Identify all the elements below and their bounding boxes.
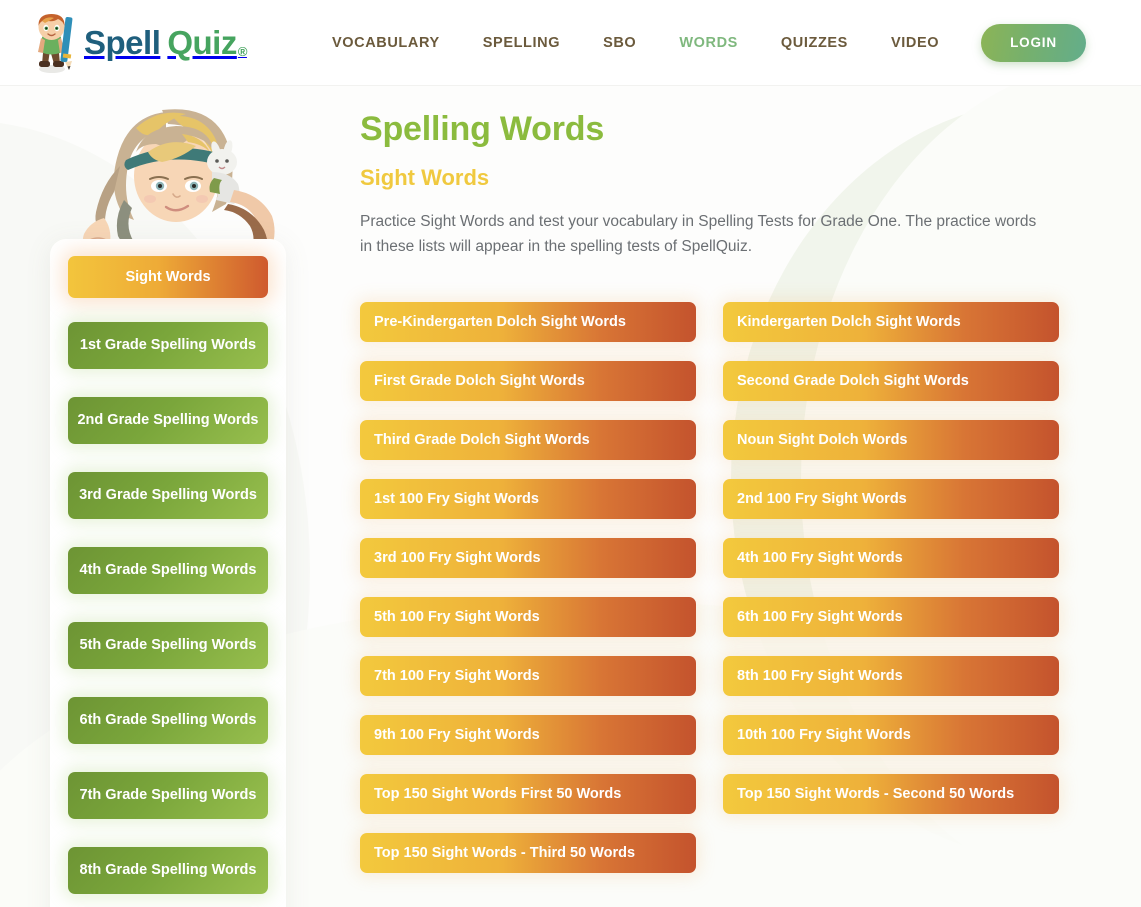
nav-item-spelling[interactable]: SPELLING [483, 35, 560, 51]
word-list-button-1st-100-fry-sight-words[interactable]: 1st 100 Fry Sight Words [360, 479, 696, 520]
sidebar-region: Sight Words 1st Grade Spelling Words 2nd… [0, 86, 330, 907]
sidebar-item-3rd-grade-spelling-words[interactable]: 3rd Grade Spelling Words [68, 472, 268, 519]
nav-item-words[interactable]: WORDS [679, 35, 738, 51]
word-list-button-top-150-sight-words-third-50[interactable]: Top 150 Sight Words - Third 50 Words [360, 833, 696, 874]
site-logo[interactable]: Spell Quiz ® [30, 8, 260, 78]
word-list-button-top-150-sight-words-second-50[interactable]: Top 150 Sight Words - Second 50 Words [723, 774, 1059, 815]
page-description: Practice Sight Words and test your vocab… [360, 213, 1037, 256]
page-content: Sight Words 1st Grade Spelling Words 2nd… [0, 86, 1141, 907]
word-list-button-10th-100-fry-sight-words[interactable]: 10th 100 Fry Sight Words [723, 715, 1059, 756]
registered-trademark-icon: ® [237, 44, 248, 59]
nav-item-vocabulary[interactable]: VOCABULARY [332, 35, 440, 51]
site-header: Spell Quiz ® VOCABULARY SPELLING SBO WORDS… [0, 0, 1141, 86]
sidebar-item-1st-grade-spelling-words[interactable]: 1st Grade Spelling Words [68, 322, 268, 369]
sidebar-item-4th-grade-spelling-words[interactable]: 4th Grade Spelling Words [68, 547, 268, 594]
word-list-button-8th-100-fry-sight-words[interactable]: 8th 100 Fry Sight Words [723, 656, 1059, 697]
word-list-button-5th-100-fry-sight-words[interactable]: 5th 100 Fry Sight Words [360, 597, 696, 638]
main-navigation: VOCABULARY SPELLING SBO WORDS QUIZZES VI… [332, 35, 939, 51]
word-list-button-2nd-100-fry-sight-words[interactable]: 2nd 100 Fry Sight Words [723, 479, 1059, 520]
word-list-button-noun-sight-dolch-words[interactable]: Noun Sight Dolch Words [723, 420, 1059, 461]
word-list-button-pre-kindergarten-dolch-sight-words[interactable]: Pre-Kindergarten Dolch Sight Words [360, 302, 696, 343]
sidebar-item-2nd-grade-spelling-words[interactable]: 2nd Grade Spelling Words [68, 397, 268, 444]
word-list-button-3rd-100-fry-sight-words[interactable]: 3rd 100 Fry Sight Words [360, 538, 696, 579]
sidebar-item-sight-words[interactable]: Sight Words [68, 256, 268, 298]
login-button[interactable]: LOGIN [981, 23, 1086, 62]
word-list-button-9th-100-fry-sight-words[interactable]: 9th 100 Fry Sight Words [360, 715, 696, 756]
word-list-grid: Pre-Kindergarten Dolch Sight Words Kinde… [360, 302, 1060, 892]
logo-text-spell: Spell [84, 24, 161, 61]
logo-wordmark: Spell Quiz ® [84, 26, 247, 59]
word-list-button-6th-100-fry-sight-words[interactable]: 6th 100 Fry Sight Words [723, 597, 1059, 638]
sidebar-item-5th-grade-spelling-words[interactable]: 5th Grade Spelling Words [68, 622, 268, 669]
word-list-button-top-150-sight-words-first-50[interactable]: Top 150 Sight Words First 50 Words [360, 774, 696, 815]
word-list-button-second-grade-dolch-sight-words[interactable]: Second Grade Dolch Sight Words [723, 361, 1059, 402]
sidebar-card: Sight Words 1st Grade Spelling Words 2nd… [50, 239, 286, 907]
boy-with-pencil-mascot-icon [38, 13, 73, 73]
nav-item-video[interactable]: VIDEO [891, 35, 939, 51]
sidebar-item-8th-grade-spelling-words[interactable]: 8th Grade Spelling Words [68, 847, 268, 894]
sidebar-item-6th-grade-spelling-words[interactable]: 6th Grade Spelling Words [68, 697, 268, 744]
page-subtitle: Sight Words [360, 165, 490, 190]
word-list-button-first-grade-dolch-sight-words[interactable]: First Grade Dolch Sight Words [360, 361, 696, 402]
nav-item-sbo[interactable]: SBO [603, 35, 636, 51]
word-list-button-7th-100-fry-sight-words[interactable]: 7th 100 Fry Sight Words [360, 656, 696, 697]
logo-text-quiz: Quiz [167, 24, 237, 61]
word-list-button-third-grade-dolch-sight-words[interactable]: Third Grade Dolch Sight Words [360, 420, 696, 461]
page-title: Spelling Words [360, 110, 605, 148]
word-list-button-4th-100-fry-sight-words[interactable]: 4th 100 Fry Sight Words [723, 538, 1059, 579]
main-column: Spelling Words Sight Words Practice Sigh… [360, 86, 1080, 892]
word-list-button-kindergarten-dolch-sight-words[interactable]: Kindergarten Dolch Sight Words [723, 302, 1059, 343]
page-root: Spell Quiz ® VOCABULARY SPELLING SBO WORDS… [0, 0, 1141, 907]
nav-item-quizzes[interactable]: QUIZZES [781, 35, 848, 51]
sidebar-item-7th-grade-spelling-words[interactable]: 7th Grade Spelling Words [68, 772, 268, 819]
